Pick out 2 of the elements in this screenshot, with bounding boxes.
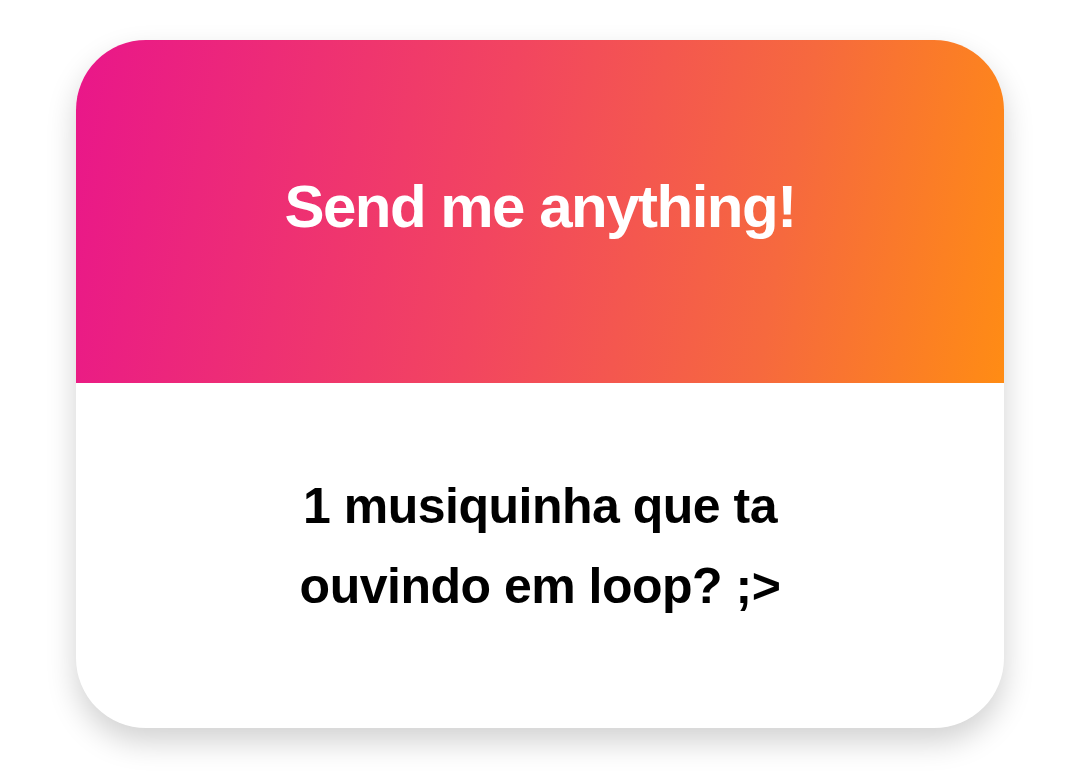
- card-title: Send me anything!: [284, 172, 796, 241]
- question-text: 1 musiquinha que ta ouvindo em loop? ;>: [298, 476, 782, 616]
